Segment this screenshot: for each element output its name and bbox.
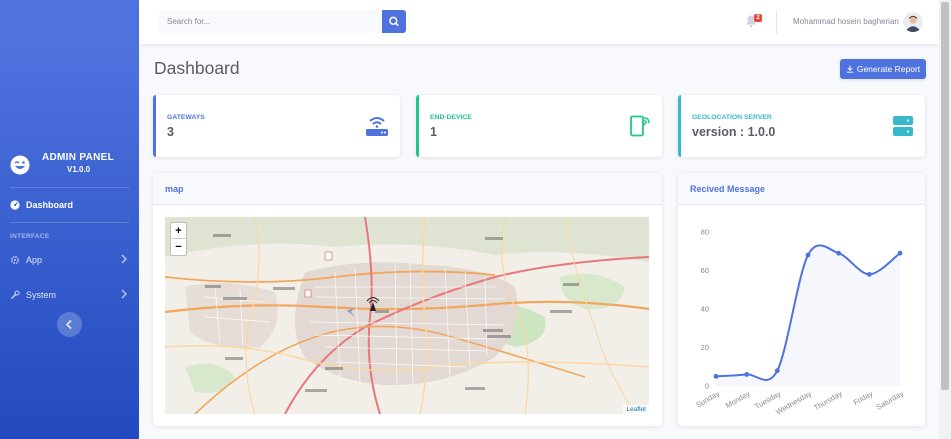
- sidebar-item-system[interactable]: System: [0, 283, 139, 307]
- chevron-right-icon: [121, 254, 127, 264]
- avatar[interactable]: [903, 12, 923, 32]
- leaflet-attribution-link[interactable]: Leaflet: [623, 405, 649, 414]
- map-zoom-control: + −: [170, 222, 187, 256]
- sidebar-divider: [10, 222, 129, 223]
- sidebar: ADMIN PANEL V1.0.0 Dashboard INTERFACE A…: [0, 0, 139, 439]
- sidebar-item-dashboard[interactable]: Dashboard: [0, 193, 139, 217]
- data-point: [713, 373, 719, 379]
- chart-card: Recived Message 0 20 40 60 80 Sunday Monday Tue…: [678, 173, 925, 426]
- brand-version: V1.0.0: [67, 165, 91, 174]
- sidebar-item-label: System: [26, 290, 57, 300]
- y-tick-label: 40: [701, 305, 709, 314]
- x-tick-label: Friday: [852, 389, 875, 407]
- data-point: [805, 252, 811, 258]
- generate-report-button[interactable]: Generate Report: [840, 59, 926, 79]
- router-icon: [366, 117, 388, 136]
- data-point: [866, 271, 872, 277]
- generate-report-label: Generate Report: [856, 64, 921, 74]
- sidebar-toggle-button[interactable]: [57, 312, 82, 337]
- chevron-left-icon: [65, 319, 72, 330]
- sidebar-item-label: Dashboard: [26, 200, 74, 210]
- download-icon: [846, 65, 854, 73]
- search-input[interactable]: [159, 10, 382, 33]
- chevron-right-icon: [121, 289, 127, 299]
- map-view[interactable]: + − Leaflet: [165, 217, 649, 414]
- data-point: [836, 250, 842, 256]
- series-area: [716, 245, 900, 386]
- x-tick-label: Sunday: [694, 389, 721, 410]
- tachometer-icon: [10, 200, 20, 210]
- stat-label: GEOLOCATION SERVER: [692, 114, 772, 121]
- received-message-chart: 020406080Sunday Monday TuesdayWednesday Thu…: [694, 228, 905, 417]
- stat-card-gateways: GATEWAYS 3: [153, 95, 400, 157]
- stat-value: 1: [430, 125, 437, 139]
- y-tick-label: 0: [705, 382, 709, 391]
- zoom-in-button[interactable]: +: [171, 223, 186, 239]
- server-icon: [893, 116, 913, 136]
- scrollbar-thumb[interactable]: [941, 2, 949, 390]
- card-accent: [678, 95, 681, 157]
- card-accent: [416, 95, 419, 157]
- map-tiles: [165, 217, 649, 414]
- y-tick-label: 20: [701, 343, 709, 352]
- laugh-wink-icon: [10, 155, 30, 175]
- page-scrollbar[interactable]: [939, 0, 951, 439]
- x-tick-label: Thursday: [812, 389, 844, 413]
- y-tick-label: 60: [701, 266, 709, 275]
- sidebar-brand[interactable]: ADMIN PANEL V1.0.0: [0, 152, 139, 182]
- wrench-icon: [10, 290, 20, 300]
- stat-label: GATEWAYS: [167, 114, 205, 121]
- topbar-divider: [776, 10, 777, 34]
- data-point: [744, 372, 750, 377]
- sidebar-divider: [10, 187, 129, 188]
- card-header: map: [153, 173, 662, 205]
- sidebar-heading: INTERFACE: [10, 233, 50, 240]
- y-tick-label: 80: [701, 228, 709, 237]
- stat-label: END-DEVICE: [430, 114, 472, 121]
- zoom-out-button[interactable]: −: [171, 239, 186, 255]
- user-name[interactable]: Mohammad hosein bagherian: [793, 17, 899, 26]
- notification-badge: 2: [754, 14, 762, 22]
- stat-value: version : 1.0.0: [692, 125, 776, 139]
- search-icon: [389, 16, 399, 27]
- brand-title: ADMIN PANEL: [42, 152, 115, 163]
- data-point: [897, 250, 903, 256]
- map-card: map + − Leaflet: [153, 173, 662, 426]
- page-title: Dashboard: [154, 58, 240, 78]
- sidebar-item-app[interactable]: App: [0, 248, 139, 272]
- stat-card-end-device: END-DEVICE 1: [416, 95, 662, 157]
- card-title: map: [165, 184, 184, 194]
- search-button[interactable]: [382, 10, 406, 33]
- card-accent: [153, 95, 156, 157]
- sidebar-item-label: App: [26, 255, 43, 265]
- stat-card-geolocation-server: GEOLOCATION SERVER version : 1.0.0: [678, 95, 925, 157]
- topbar: 2 Mohammad hosein bagherian: [139, 0, 939, 44]
- stat-value: 3: [167, 125, 174, 139]
- user-avatar-icon: [903, 12, 923, 32]
- x-tick-label: Monday: [724, 389, 752, 410]
- x-tick-label: Saturday: [874, 389, 905, 412]
- cog-icon: [10, 255, 20, 265]
- data-point: [774, 368, 780, 373]
- device-signal-icon: [630, 115, 650, 137]
